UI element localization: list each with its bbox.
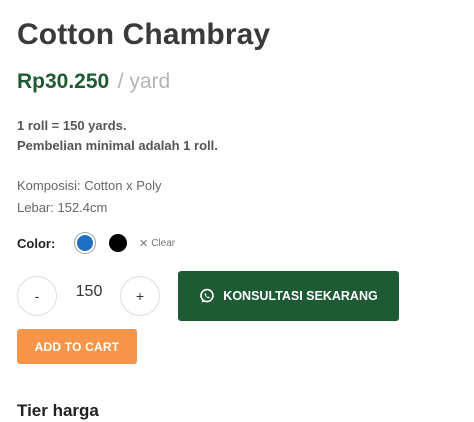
- clear-label: Clear: [151, 237, 176, 249]
- price-unit: / yard: [117, 70, 171, 93]
- color-label: Color:: [17, 235, 56, 251]
- purchase-note: 1 roll = 150 yards. Pembelian minimal ad…: [17, 116, 218, 156]
- minimum-purchase-note: Pembelian minimal adalah 1 roll.: [17, 138, 218, 153]
- product-specs: Komposisi: Cotton x Poly Lebar: 152.4cm: [17, 175, 162, 219]
- color-swatch-black[interactable]: [109, 234, 127, 252]
- consult-now-button[interactable]: KONSULTASI SEKARANG: [178, 271, 399, 321]
- quantity-increase-button[interactable]: +: [120, 276, 160, 316]
- clear-color-button[interactable]: ✕ Clear: [139, 237, 175, 250]
- color-selector: Color: ✕ Clear: [17, 231, 175, 255]
- whatsapp-icon: [199, 288, 215, 304]
- composition-text: Komposisi: Cotton x Poly: [17, 178, 162, 193]
- quantity-input[interactable]: 150: [68, 283, 110, 301]
- quantity-decrease-button[interactable]: -: [17, 276, 57, 316]
- add-to-cart-button[interactable]: ADD TO CART: [17, 329, 137, 364]
- product-title: Cotton Chambray: [17, 18, 271, 51]
- product-price: Rp30.250: [17, 70, 110, 93]
- tier-price-heading: Tier harga: [17, 401, 99, 420]
- consult-now-label: KONSULTASI SEKARANG: [223, 289, 378, 303]
- color-swatch-blue[interactable]: [75, 233, 95, 253]
- width-text: Lebar: 152.4cm: [17, 200, 108, 215]
- roll-size-note: 1 roll = 150 yards.: [17, 118, 127, 133]
- price-row: Rp30.250 / yard: [17, 70, 170, 94]
- close-icon: ✕: [139, 237, 149, 250]
